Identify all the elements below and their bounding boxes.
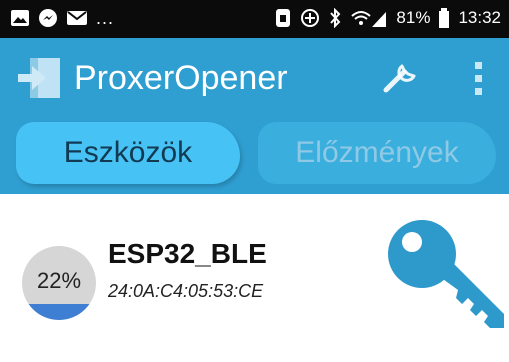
more-vert-icon[interactable] [466, 58, 490, 100]
progress-label: 22% [36, 268, 82, 293]
battery-progress-circle: 22% [22, 246, 96, 320]
tab-history[interactable]: Előzmények [258, 122, 496, 184]
overflow-dot [474, 62, 482, 69]
messenger-notification-icon [39, 9, 57, 27]
sim-card-icon [276, 9, 291, 27]
data-saver-icon [301, 9, 320, 27]
battery-icon [439, 8, 450, 28]
more-notifications-ellipsis: ... [96, 8, 115, 28]
door-exit-logo-icon [18, 58, 60, 98]
tab-devices-label: Eszközök [63, 136, 193, 169]
device-name: ESP32_BLE [108, 238, 267, 269]
app-title: ProxerOpener [74, 59, 288, 97]
wrench-icon[interactable] [380, 60, 420, 96]
notification-icons: ... [10, 8, 114, 28]
status-time: 13:32 [458, 8, 501, 27]
tab-history-label: Előzmények [295, 136, 459, 169]
app-bar: ProxerOpener Eszközök Előzmények [0, 38, 509, 194]
wifi-signal-icon [351, 11, 387, 27]
progress-fill [22, 303, 96, 320]
status-bar: ... 81% 13:32 [0, 0, 509, 38]
overflow-dot [474, 75, 482, 82]
gallery-notification-icon [11, 10, 29, 26]
bluetooth-icon [330, 8, 341, 28]
tab-strip: Eszközök Előzmények [0, 122, 509, 194]
device-mac-address: 24:0A:C4:05:53:CE [108, 281, 264, 301]
email-notification-icon [67, 11, 87, 25]
key-icon[interactable] [384, 216, 509, 336]
overflow-dot [474, 88, 482, 95]
device-list-item[interactable]: 22% ESP32_BLE 24:0A:C4:05:53:CE [0, 194, 509, 334]
system-icons: 81% 13:32 [274, 8, 501, 28]
tab-devices[interactable]: Eszközök [16, 122, 240, 184]
battery-percent: 81% [396, 8, 431, 27]
